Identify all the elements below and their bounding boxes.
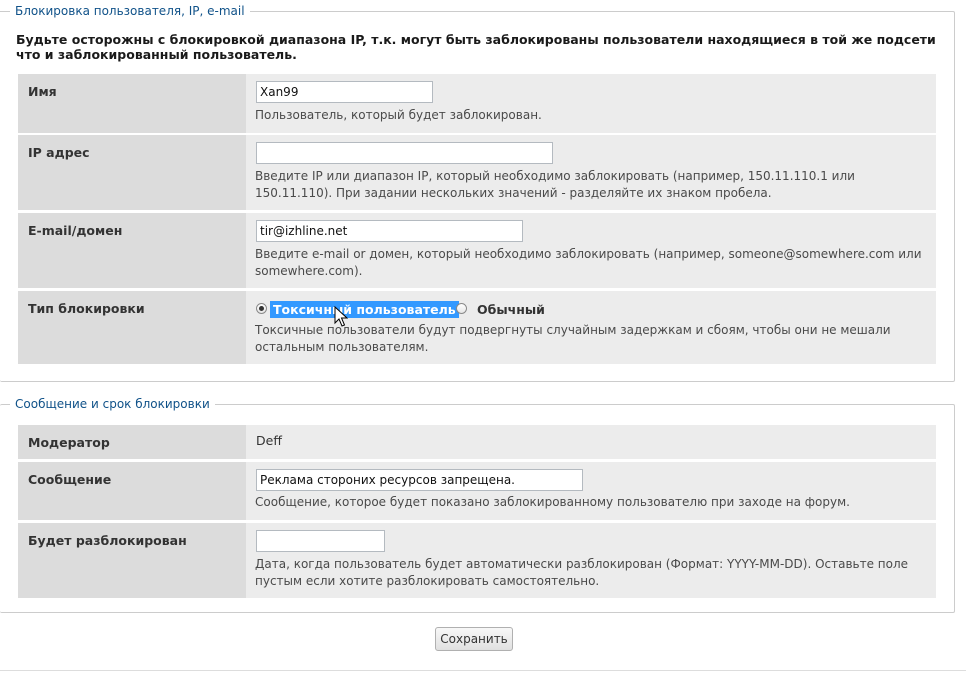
unban-row: Будет разблокирован Дата, когда пользова…	[18, 523, 936, 598]
email-label-cell: E-mail/домен	[18, 213, 246, 288]
email-label: E-mail/домен	[28, 223, 123, 238]
moderator-value: Deff	[256, 433, 282, 448]
message-label: Сообщение	[28, 472, 112, 487]
ban-type-row: Тип блокировки Токсичный пользователь Об…	[18, 291, 936, 364]
save-button[interactable]: Сохранить	[435, 627, 513, 651]
ban-type-label: Тип блокировки	[28, 301, 145, 316]
name-label: Имя	[28, 84, 57, 99]
moderator-label-cell: Модератор	[18, 425, 246, 459]
message-fieldset-legend: Сообщение и срок блокировки	[10, 397, 215, 412]
ip-input[interactable]	[256, 142, 553, 164]
name-field-cell: Пользователь, который будет заблокирован…	[246, 74, 936, 133]
ip-hint: Введите IP или диапазон IP, который необ…	[255, 169, 855, 200]
toxic-radio-label[interactable]: Токсичный пользователь	[270, 301, 459, 318]
unban-date-input[interactable]	[256, 530, 385, 552]
ban-type-label-cell: Тип блокировки	[18, 291, 246, 364]
message-row: Сообщение Сообщение, которое будет показ…	[18, 462, 936, 520]
email-input[interactable]	[256, 220, 523, 242]
unban-field-cell: Дата, когда пользователь будет автоматич…	[246, 523, 936, 598]
ban-message-input[interactable]	[256, 469, 583, 491]
message-hint: Сообщение, которое будет показано заблок…	[255, 495, 850, 509]
ban-fieldset-legend: Блокировка пользователя, IP, e-mail	[10, 4, 250, 19]
moderator-label: Модератор	[28, 435, 110, 450]
ban-warning-text: Будьте осторожны с блокировкой диапазона…	[16, 32, 936, 62]
unban-label-cell: Будет разблокирован	[18, 523, 246, 598]
name-row: Имя Пользователь, который будет заблокир…	[18, 74, 936, 133]
ip-row: IP адрес Введите IP или диапазон IP, кот…	[18, 135, 936, 210]
message-field-cell: Сообщение, которое будет показано заблок…	[246, 462, 936, 520]
unban-label: Будет разблокирован	[28, 533, 187, 548]
normal-radio-label[interactable]: Обычный	[477, 301, 545, 318]
name-label-cell: Имя	[18, 74, 246, 133]
moderator-value-cell: Deff	[246, 425, 936, 459]
ip-label: IP адрес	[28, 145, 90, 160]
username-input[interactable]	[256, 81, 433, 103]
email-hint: Введите e-mail or домен, который необход…	[255, 247, 922, 278]
bottom-divider	[0, 670, 966, 671]
moderator-row: Модератор Deff	[18, 425, 936, 459]
ban-type-hint: Токсичные пользователи будут подвергнуты…	[255, 323, 891, 354]
normal-radio[interactable]	[456, 303, 467, 314]
message-label-cell: Сообщение	[18, 462, 246, 520]
email-row: E-mail/домен Введите e-mail or домен, ко…	[18, 213, 936, 288]
email-field-cell: Введите e-mail or домен, который необход…	[246, 213, 936, 288]
toxic-radio[interactable]	[256, 303, 267, 314]
ban-type-field-cell: Токсичный пользователь Обычный Токсичные…	[246, 291, 936, 364]
name-hint: Пользователь, который будет заблокирован…	[255, 108, 542, 122]
mouse-cursor-icon	[334, 306, 348, 327]
unban-hint: Дата, когда пользователь будет автоматич…	[255, 557, 909, 588]
ip-field-cell: Введите IP или диапазон IP, который необ…	[246, 135, 936, 210]
ip-label-cell: IP адрес	[18, 135, 246, 210]
